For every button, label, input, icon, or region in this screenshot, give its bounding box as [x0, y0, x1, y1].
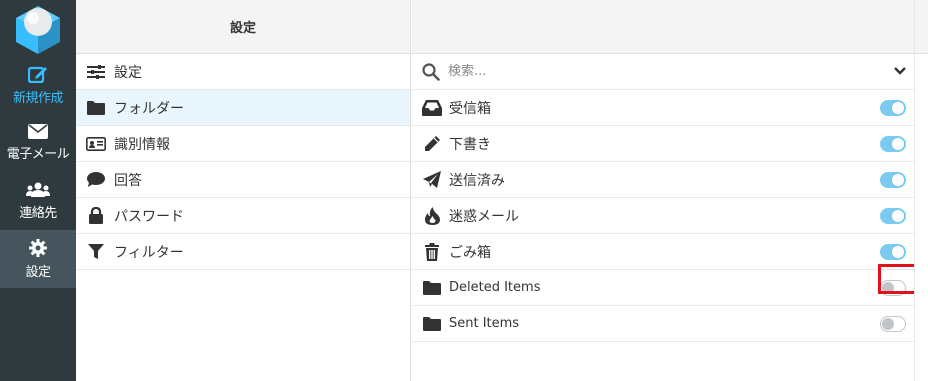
envelope-icon: [28, 124, 48, 139]
subscribe-toggle[interactable]: [880, 244, 906, 260]
subscribe-toggle[interactable]: [880, 136, 906, 152]
settings-item-label: 識別情報: [114, 136, 170, 153]
folder-name: Deleted Items: [449, 280, 541, 295]
folder-row-inbox[interactable]: 受信箱: [412, 90, 914, 126]
settings-item-identities[interactable]: 識別情報: [76, 126, 410, 162]
nav-settings[interactable]: 設定: [0, 230, 76, 288]
fire-icon: [422, 206, 442, 225]
nav-settings-label: 設定: [25, 264, 51, 280]
settings-item-label: 回答: [114, 172, 142, 189]
settings-item-label: 設定: [114, 64, 142, 81]
chevron-down-icon[interactable]: [894, 66, 906, 76]
folder-name: Sent Items: [449, 316, 520, 331]
logo: [12, 4, 64, 56]
pencil-icon: [422, 135, 442, 153]
folder-row-sent-items[interactable]: Sent Items: [412, 306, 914, 342]
lock-icon: [86, 207, 106, 224]
nav-mail[interactable]: 電子メール: [0, 114, 76, 172]
nav-compose-label: 新規作成: [12, 90, 64, 106]
settings-item-preferences[interactable]: 設定: [76, 54, 410, 90]
main-nav: 新規作成 電子メール 連絡先 設定: [0, 0, 76, 381]
trash-icon: [422, 242, 442, 261]
folder-icon: [86, 100, 106, 116]
comment-icon: [86, 172, 106, 188]
sliders-icon: [86, 64, 106, 80]
subscribe-toggle[interactable]: [880, 316, 906, 332]
folder-list-header: [412, 0, 914, 54]
settings-item-filters[interactable]: フィルター: [76, 234, 410, 270]
settings-list: 設定 設定 フォルダー 識別情報 回答 パスワード フィルター: [76, 0, 411, 381]
folder-row-deleted-items[interactable]: Deleted Items: [412, 264, 918, 306]
nav-compose[interactable]: 新規作成: [0, 56, 76, 114]
paper-plane-icon: [422, 171, 442, 189]
inbox-icon: [422, 99, 442, 117]
nav-contacts[interactable]: 連絡先: [0, 172, 76, 230]
folder-icon: [422, 315, 442, 333]
subscribe-toggle[interactable]: [880, 172, 906, 188]
settings-item-label: フィルター: [114, 244, 184, 261]
folder-search: [412, 54, 914, 90]
settings-item-label: パスワード: [114, 208, 184, 225]
folder-icon: [422, 279, 442, 297]
subscribe-toggle[interactable]: [880, 100, 906, 116]
folder-row-drafts[interactable]: 下書き: [412, 126, 914, 162]
settings-item-label: フォルダー: [114, 100, 184, 117]
search-input[interactable]: [448, 64, 848, 79]
settings-item-password[interactable]: パスワード: [76, 198, 410, 234]
gear-icon: [29, 238, 47, 257]
subscribe-toggle[interactable]: [880, 208, 906, 224]
folder-row-junk[interactable]: 迷惑メール: [412, 198, 914, 234]
filter-icon: [86, 243, 106, 260]
scroll-gutter: [914, 0, 928, 381]
users-icon: [26, 182, 50, 197]
search-icon: [422, 62, 440, 81]
subscribe-toggle[interactable]: [880, 280, 906, 296]
folder-name: ごみ箱: [449, 244, 491, 261]
folder-name: 迷惑メール: [449, 208, 519, 225]
nav-contacts-label: 連絡先: [19, 205, 57, 221]
settings-list-header: 設定: [76, 0, 410, 54]
id-card-icon: [86, 136, 106, 152]
settings-item-folders[interactable]: フォルダー: [76, 90, 410, 126]
folder-name: 送信済み: [449, 172, 505, 189]
compose-icon: [28, 66, 47, 83]
folder-name: 受信箱: [449, 100, 491, 117]
nav-mail-label: 電子メール: [6, 147, 70, 162]
folder-list: 受信箱 下書き 送信済み 迷惑メール ごみ箱 Deleted Item: [412, 0, 918, 381]
folder-name: 下書き: [449, 136, 491, 153]
folder-row-sent[interactable]: 送信済み: [412, 162, 914, 198]
settings-item-responses[interactable]: 回答: [76, 162, 410, 198]
folder-row-trash[interactable]: ごみ箱: [412, 234, 914, 270]
